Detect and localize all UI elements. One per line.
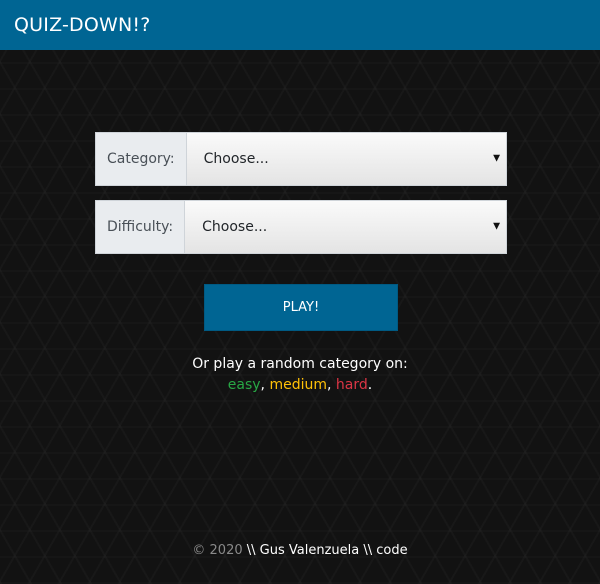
difficulty-selected-value: Choose... — [202, 219, 268, 235]
random-category-text: Or play a random category on: — [192, 356, 408, 372]
caret-down-icon: ▼ — [493, 221, 500, 232]
separator: , — [327, 377, 336, 393]
difficulty-input-group: Difficulty: Choose... ▼ — [95, 200, 507, 254]
caret-down-icon: ▼ — [493, 153, 500, 164]
category-select[interactable]: Choose... ▼ — [186, 133, 506, 185]
random-difficulty-links: easy, medium, hard. — [0, 377, 600, 393]
difficulty-label: Difficulty: — [96, 201, 186, 253]
category-selected-value: Choose... — [203, 151, 269, 167]
footer: © 2020 \\ Gus Valenzuela \\ code — [0, 543, 600, 558]
copyright-text: © 2020 — [192, 543, 243, 558]
random-hard-link[interactable]: hard — [336, 377, 368, 393]
random-easy-link[interactable]: easy — [228, 377, 261, 393]
difficulty-select[interactable]: Choose... ▼ — [185, 201, 506, 253]
category-input-group: Category: Choose... ▼ — [95, 132, 507, 186]
category-label: Category: — [96, 133, 187, 185]
navbar: QUIZ-DOWN!? — [0, 0, 600, 50]
author-link[interactable]: \\ Gus Valenzuela \\ code — [247, 543, 408, 558]
period: . — [367, 377, 373, 393]
random-medium-link[interactable]: medium — [269, 377, 327, 393]
play-button[interactable]: PLAY! — [204, 284, 398, 331]
app-title[interactable]: QUIZ-DOWN!? — [14, 14, 151, 36]
